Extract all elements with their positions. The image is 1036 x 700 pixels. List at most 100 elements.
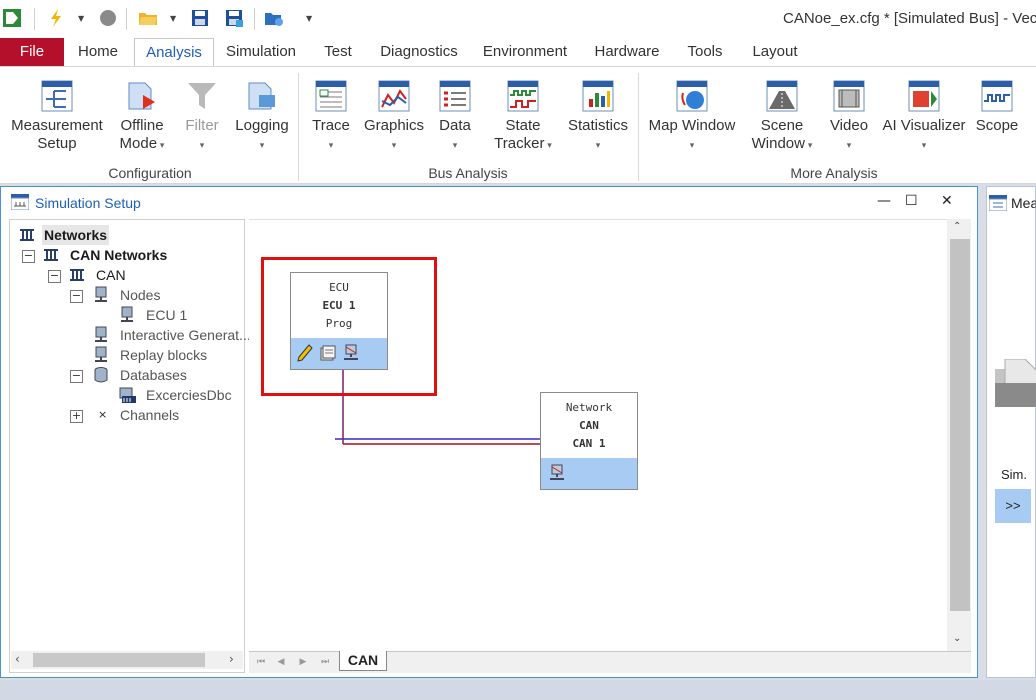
chevron-down-icon: ▾ bbox=[544, 141, 552, 151]
mode-label: Mode bbox=[119, 135, 158, 152]
scrollbar-thumb[interactable] bbox=[950, 239, 970, 611]
tab-tools[interactable]: Tools bbox=[676, 38, 734, 66]
measurement-label: Measurement bbox=[11, 117, 103, 134]
scroll-down-icon[interactable]: ⌄ bbox=[953, 633, 961, 644]
offline-mode-icon bbox=[128, 82, 155, 110]
measurement-setup-icon bbox=[41, 80, 73, 112]
window-title: CANoe_ex.cfg * [Simulated Bus] - Vec bbox=[783, 10, 1036, 27]
setup-label: Setup bbox=[37, 135, 77, 152]
network-block[interactable]: Network CAN CAN 1 bbox=[540, 392, 638, 490]
tree-item-ecu-1[interactable]: ECU 1 bbox=[146, 305, 187, 325]
collapse-icon[interactable]: − bbox=[22, 250, 35, 263]
canoe-app-icon[interactable] bbox=[2, 8, 22, 28]
configuration-icon[interactable] bbox=[264, 8, 284, 28]
state-tracker-button[interactable]: State Tracker ▾ bbox=[486, 79, 560, 155]
first-sheet-icon[interactable]: ⏮ bbox=[253, 654, 269, 670]
network-block-name: CAN 1 bbox=[572, 437, 606, 450]
state-tracker-icon bbox=[507, 80, 539, 112]
tree-item-replay-blocks[interactable]: Replay blocks bbox=[120, 345, 207, 365]
sheet-tab-can[interactable]: CAN bbox=[339, 651, 387, 671]
lightning-start-icon[interactable] bbox=[46, 8, 66, 28]
tab-file[interactable]: File bbox=[0, 38, 64, 66]
tracker-label: Tracker bbox=[494, 135, 545, 152]
tab-test[interactable]: Test bbox=[310, 38, 366, 66]
last-sheet-icon[interactable]: ⏭ bbox=[317, 654, 333, 670]
tree-item-can[interactable]: CAN bbox=[96, 265, 126, 285]
graphics-label: Graphics bbox=[363, 117, 425, 134]
ai-visualizer-icon bbox=[908, 80, 940, 112]
video-label: Video bbox=[829, 117, 869, 134]
statistics-button[interactable]: Statistics ▾ bbox=[566, 79, 630, 155]
tree-item-networks[interactable]: Networks bbox=[42, 225, 110, 245]
data-button[interactable]: Data ▾ bbox=[432, 79, 478, 155]
collapse-icon[interactable]: − bbox=[48, 270, 61, 283]
save-all-icon[interactable] bbox=[224, 8, 244, 28]
video-button[interactable]: Video ▾ bbox=[826, 79, 872, 155]
tree-horizontal-scrollbar[interactable]: ‹ › bbox=[11, 651, 243, 669]
chevron-down-icon: ▾ bbox=[846, 141, 852, 151]
expand-sim-button[interactable]: >> bbox=[995, 489, 1031, 523]
trace-button[interactable]: Trace ▾ bbox=[306, 79, 356, 155]
tab-environment[interactable]: Environment bbox=[472, 38, 578, 66]
sim-label: Sim. bbox=[1001, 467, 1027, 482]
scene-window-button[interactable]: Scene Window ▾ bbox=[744, 79, 820, 155]
simulation-setup-title: Simulation Setup bbox=[35, 195, 141, 211]
networks-icon bbox=[20, 229, 34, 241]
minimize-icon[interactable]: — bbox=[877, 193, 891, 209]
title-bar: ▼ ▼ ▼ CANoe_ex.cfg * [Simulated Bus] - V… bbox=[0, 0, 1036, 38]
next-sheet-icon[interactable]: ▶ bbox=[295, 654, 311, 670]
interactive-generator-icon bbox=[95, 326, 107, 342]
maximize-icon[interactable]: ☐ bbox=[905, 193, 918, 209]
measurement-setup-button[interactable]: Measurement Setup bbox=[6, 79, 108, 153]
chevron-down-icon[interactable]: ▼ bbox=[78, 14, 84, 23]
status-area bbox=[0, 680, 1036, 700]
scroll-left-icon[interactable]: ‹ bbox=[15, 652, 20, 666]
collapse-icon[interactable]: − bbox=[70, 290, 83, 303]
logging-icon bbox=[248, 82, 275, 110]
collapse-icon[interactable]: − bbox=[70, 370, 83, 383]
tree-item-databases[interactable]: Databases bbox=[120, 365, 187, 385]
tree-item-excerciesdbc[interactable]: ExcerciesDbc bbox=[146, 385, 232, 405]
tab-home[interactable]: Home bbox=[66, 38, 130, 66]
highlight-box bbox=[261, 257, 437, 396]
scene-window-icon bbox=[766, 80, 798, 112]
network-block-type: Network bbox=[565, 401, 613, 414]
scroll-right-icon[interactable]: › bbox=[229, 652, 234, 666]
close-icon[interactable]: ✕ bbox=[941, 193, 953, 209]
logging-label: Logging bbox=[235, 117, 289, 134]
database-icon bbox=[94, 367, 108, 383]
offline-mode-button[interactable]: Offline Mode ▾ bbox=[112, 79, 172, 155]
filter-button[interactable]: Filter ▾ bbox=[178, 79, 226, 155]
map-window-button[interactable]: Map Window ▾ bbox=[646, 79, 738, 155]
stop-icon[interactable] bbox=[98, 8, 118, 28]
ai-visualizer-label: AI Visualizer bbox=[882, 117, 966, 134]
channels-icon: × bbox=[98, 408, 108, 421]
separator bbox=[126, 8, 127, 30]
tree-item-nodes[interactable]: Nodes bbox=[120, 285, 160, 305]
expand-icon[interactable]: + bbox=[70, 410, 83, 423]
scope-button[interactable]: Scope bbox=[974, 79, 1020, 135]
tree-item-interactive-generator[interactable]: Interactive Generat... bbox=[120, 325, 251, 345]
map-window-icon bbox=[676, 80, 708, 112]
tab-hardware[interactable]: Hardware bbox=[584, 38, 670, 66]
save-icon[interactable] bbox=[190, 8, 210, 28]
logging-button[interactable]: Logging ▾ bbox=[232, 79, 292, 155]
graphics-button[interactable]: Graphics ▾ bbox=[362, 79, 426, 155]
tree-item-can-networks[interactable]: CAN Networks bbox=[70, 245, 167, 265]
node-network-icon[interactable] bbox=[549, 464, 565, 482]
open-folder-icon[interactable] bbox=[138, 8, 158, 28]
scroll-up-icon[interactable]: ⌃ bbox=[953, 221, 961, 232]
customize-toolbar-icon[interactable]: ▼ bbox=[306, 14, 312, 23]
tab-layout[interactable]: Layout bbox=[740, 38, 810, 66]
scrollbar-thumb[interactable] bbox=[33, 653, 205, 667]
tab-simulation[interactable]: Simulation bbox=[218, 38, 304, 66]
statistics-label: Statistics bbox=[567, 117, 628, 134]
trace-icon bbox=[315, 80, 347, 112]
previous-sheet-icon[interactable]: ◀ bbox=[273, 654, 289, 670]
tab-diagnostics[interactable]: Diagnostics bbox=[372, 38, 466, 66]
ai-visualizer-button[interactable]: AI Visualizer ▾ bbox=[878, 79, 970, 155]
chevron-down-icon[interactable]: ▼ bbox=[170, 14, 176, 23]
tree-item-channels[interactable]: Channels bbox=[120, 405, 179, 425]
tab-analysis[interactable]: Analysis bbox=[134, 38, 214, 66]
chevron-down-icon: ▾ bbox=[452, 141, 458, 151]
